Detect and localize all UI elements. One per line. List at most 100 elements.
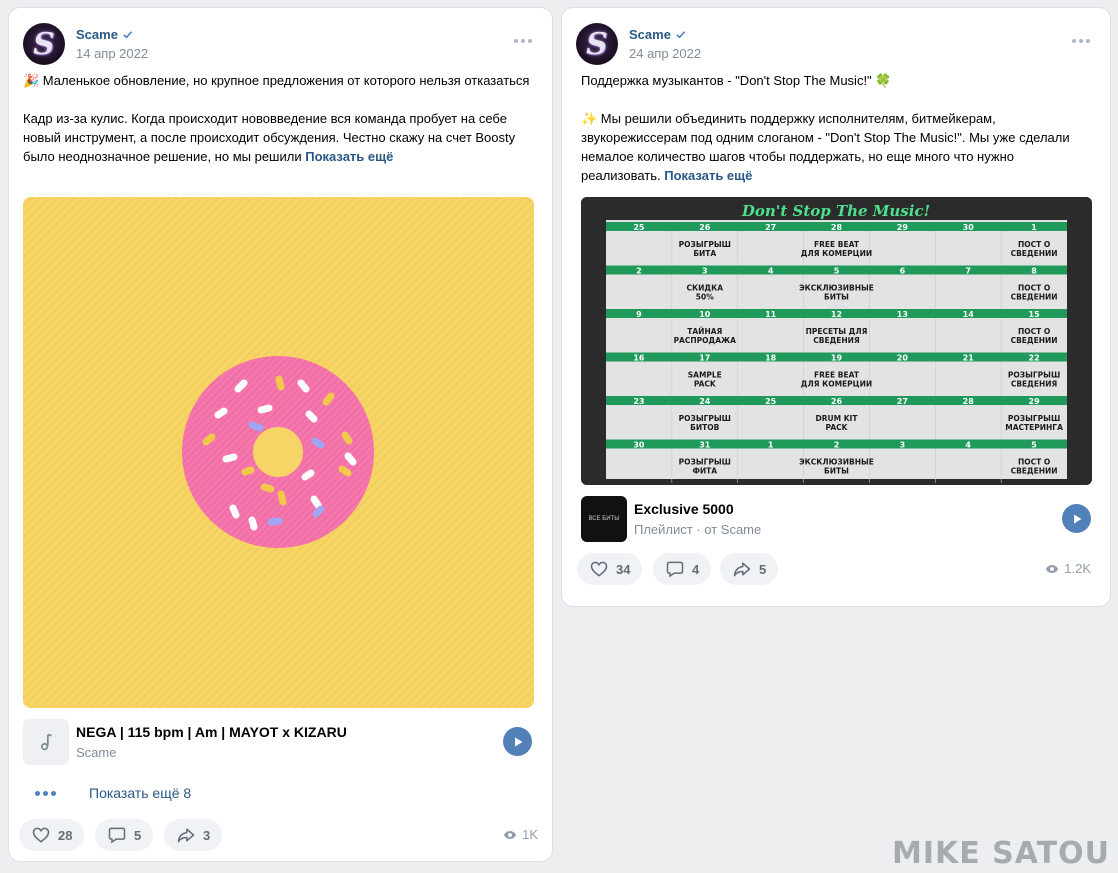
playlist-cover: ВСЕ БИТЫ [581,496,627,542]
calendar-day-number: 31 [699,441,711,450]
calendar-day-number: 1 [1031,223,1037,232]
calendar-day-number: 23 [633,397,644,406]
calendar-event-label: ЭКСКЛЮЗИВНЫЕ [799,457,874,466]
calendar-day-number: 4 [768,267,774,276]
comment-button[interactable]: 5 [95,819,154,851]
calendar-event-label: ЭКСКЛЮЗИВНЫЕ [799,283,874,292]
show-more-link[interactable]: Показать ещё [305,149,393,164]
donut-illustration [23,197,534,708]
avatar[interactable]: S [576,23,618,65]
comment-button[interactable]: 4 [653,553,712,585]
share-button[interactable]: 5 [720,553,779,585]
share-icon [733,562,751,577]
audio-title[interactable]: NEGA | 115 bpm | Am | MAYOT x KIZARU [76,724,347,740]
eye-icon [1046,564,1059,573]
calendar-event-label: РАСПРОДАЖА [674,336,737,345]
calendar-event-label: ПОСТ О [1018,283,1050,292]
views-count: 1.2K [1064,561,1091,576]
calendar-event-label: МАСТЕРИНГА [1005,423,1063,432]
post-card: S Scame 24 апр 2022 Поддержка музыкантов… [561,7,1111,607]
play-button[interactable] [503,727,532,756]
calendar-day-number: 20 [897,354,909,363]
calendar-event-label: ДЛЯ КОМЕРЦИИ [801,379,872,388]
calendar-event-label: СКИДКА [687,283,724,292]
calendar-event-label: SAMPLE [688,370,722,379]
playlist-title[interactable]: Exclusive 5000 [634,501,734,517]
views-counter: 1K [503,827,538,842]
share-button[interactable]: 3 [164,819,223,851]
play-button[interactable] [1062,504,1091,533]
calendar-day-number: 17 [699,354,710,363]
calendar-event-label: БИТОВ [690,423,719,432]
calendar-event-label: ПРЕСЕТЫ ДЛЯ [806,327,868,336]
post-text-line: Кадр из-за кулис. Когда происходит новов… [23,111,516,164]
more-options-icon[interactable] [1070,34,1092,48]
calendar-day-number: 15 [1029,310,1041,319]
like-button[interactable]: 34 [577,553,643,585]
playlist-subtitle[interactable]: Плейлист · от Scame [634,522,761,537]
calendar-event-label: 50% [696,292,714,301]
calendar-event-label: РОЗЫГРЫШ [679,240,731,249]
author-link[interactable]: Scame [629,27,686,42]
audio-attachment[interactable]: ВСЕ БИТЫ Exclusive 5000 Плейлист · от Sc… [581,496,1091,542]
music-note-icon [23,719,69,765]
calendar-event-label: СВЕДЕНИИ [1011,466,1058,475]
dots-icon [35,790,65,796]
post-date[interactable]: 14 апр 2022 [76,46,148,61]
calendar-event-label: БИТЫ [824,292,849,301]
play-icon [1073,514,1081,523]
post-date[interactable]: 24 апр 2022 [629,46,701,61]
calendar-day-number: 27 [765,223,776,232]
show-more-attachments[interactable]: Показать ещё 8 [23,783,191,803]
calendar-day-number: 2 [636,267,642,276]
calendar-event-label: DRUM KIT [816,414,859,423]
playlist-cover-text: ВСЕ БИТЫ [588,516,620,522]
eye-icon [503,830,517,839]
play-icon [514,737,522,746]
author-link[interactable]: Scame [76,27,133,42]
post-text: 🎉 Маленькое обновление, но крупное предл… [23,71,538,166]
calendar-day-number: 5 [834,267,840,276]
avatar[interactable]: S [23,23,65,65]
post-image[interactable]: Don't Stop The Music! 25 26 27 28 29 30 1 РОЗЫГ… [581,197,1092,485]
author-name[interactable]: Scame [629,27,671,42]
calendar-day-number: 26 [699,223,711,232]
calendar-event-label: РОЗЫГРЫШ [679,414,731,423]
post-text: Поддержка музыкантов - "Don't Stop The M… [581,71,1091,185]
shares-count: 3 [203,827,211,843]
show-more-attachments-label[interactable]: Показать ещё 8 [89,785,191,801]
calendar-event-label: СВЕДЕНИИ [1011,249,1058,258]
calendar-event-label: ПОСТ О [1018,327,1050,336]
views-counter: 1.2K [1045,561,1091,576]
audio-attachment[interactable]: NEGA | 115 bpm | Am | MAYOT x KIZARU Sca… [23,719,538,765]
author-name[interactable]: Scame [76,27,118,42]
calendar-event-label: PACK [694,379,717,388]
calendar-event-label: БИТЫ [824,466,849,475]
calendar-day-number: 10 [699,310,711,319]
calendar-day-number: 30 [633,441,645,450]
calendar-day-number: 11 [765,310,777,319]
calendar-event-label: ФИТА [692,466,717,475]
audio-artist[interactable]: Scame [76,745,116,760]
calendar-day-number: 29 [1029,397,1041,406]
calendar-event-label: СВЕДЕНИЯ [813,336,860,345]
calendar-day-number: 9 [636,310,642,319]
post-image[interactable] [23,197,534,708]
post-actions: 34 4 5 1.2K [577,553,1091,585]
calendar-day-number: 30 [963,223,975,232]
verified-icon [676,31,686,39]
comments-count: 5 [134,827,142,843]
calendar-day-number: 22 [1029,354,1040,363]
calendar-day-number: 12 [831,310,842,319]
calendar-event-label: РОЗЫГРЫШ [1008,370,1060,379]
post-card: S Scame 14 апр 2022 🎉 Маленькое обновлен… [8,7,553,862]
calendar-day-number: 19 [831,354,843,363]
calendar-day-number: 27 [897,397,908,406]
calendar-day-number: 29 [897,223,909,232]
more-options-icon[interactable] [512,34,534,48]
calendar-day-number: 4 [965,441,971,450]
calendar-day-number: 14 [963,310,975,319]
show-more-link[interactable]: Показать ещё [664,168,752,183]
calendar-day-number: 3 [900,441,906,450]
like-button[interactable]: 28 [19,819,85,851]
